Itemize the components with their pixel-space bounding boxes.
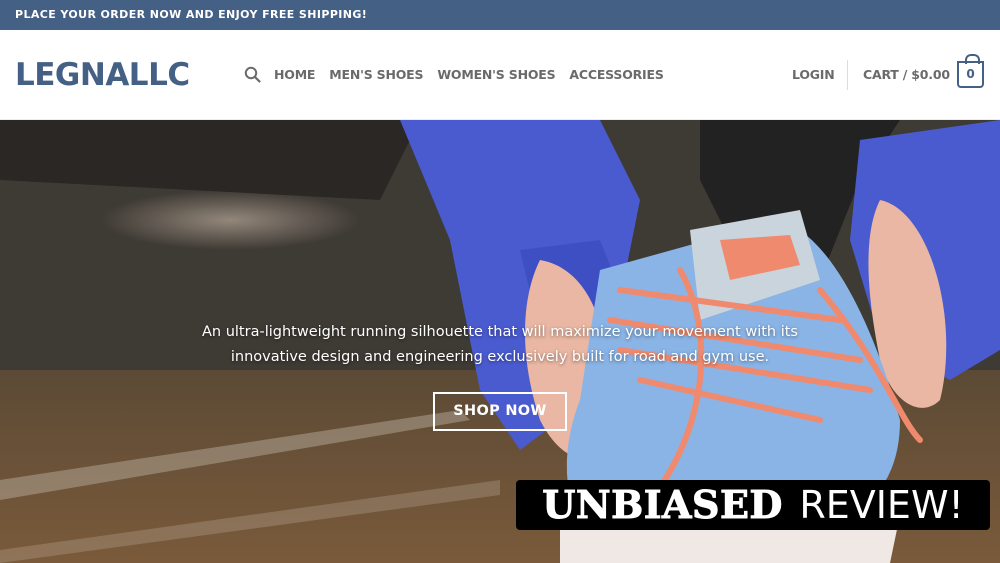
review-badge-word1: UNBIASED [542,482,783,528]
nav-womens-shoes[interactable]: WOMEN'S SHOES [437,67,555,82]
header-divider [847,60,848,90]
nav-mens-shoes[interactable]: MEN'S SHOES [329,67,423,82]
review-badge: UNBIASED REVIEW! [516,480,990,530]
main-nav: HOME MEN'S SHOES WOMEN'S SHOES ACCESSORI… [274,67,664,82]
cart-link[interactable]: CART / $0.00 [863,67,950,82]
nav-home[interactable]: HOME [274,67,315,82]
login-link[interactable]: LOGIN [792,67,835,82]
hero-description-line1: An ultra-lightweight running silhouette … [202,324,798,340]
promo-banner: PLACE YOUR ORDER NOW AND ENJOY FREE SHIP… [0,0,1000,30]
shop-now-button[interactable]: SHOP NOW [433,392,567,431]
site-header: LEGNALLC HOME MEN'S SHOES WOMEN'S SHOES … [0,30,1000,120]
hero-banner: An ultra-lightweight running silhouette … [0,120,1000,563]
hero-description-line2: innovative design and engineering exclus… [230,349,770,365]
nav-accessories[interactable]: ACCESSORIES [569,67,663,82]
hero-description: An ultra-lightweight running silhouette … [200,320,800,370]
search-icon[interactable] [244,66,261,83]
site-logo[interactable]: LEGNALLC [15,57,190,93]
cart-count-icon[interactable]: 0 [957,54,984,88]
review-badge-word2: REVIEW! [799,483,964,527]
